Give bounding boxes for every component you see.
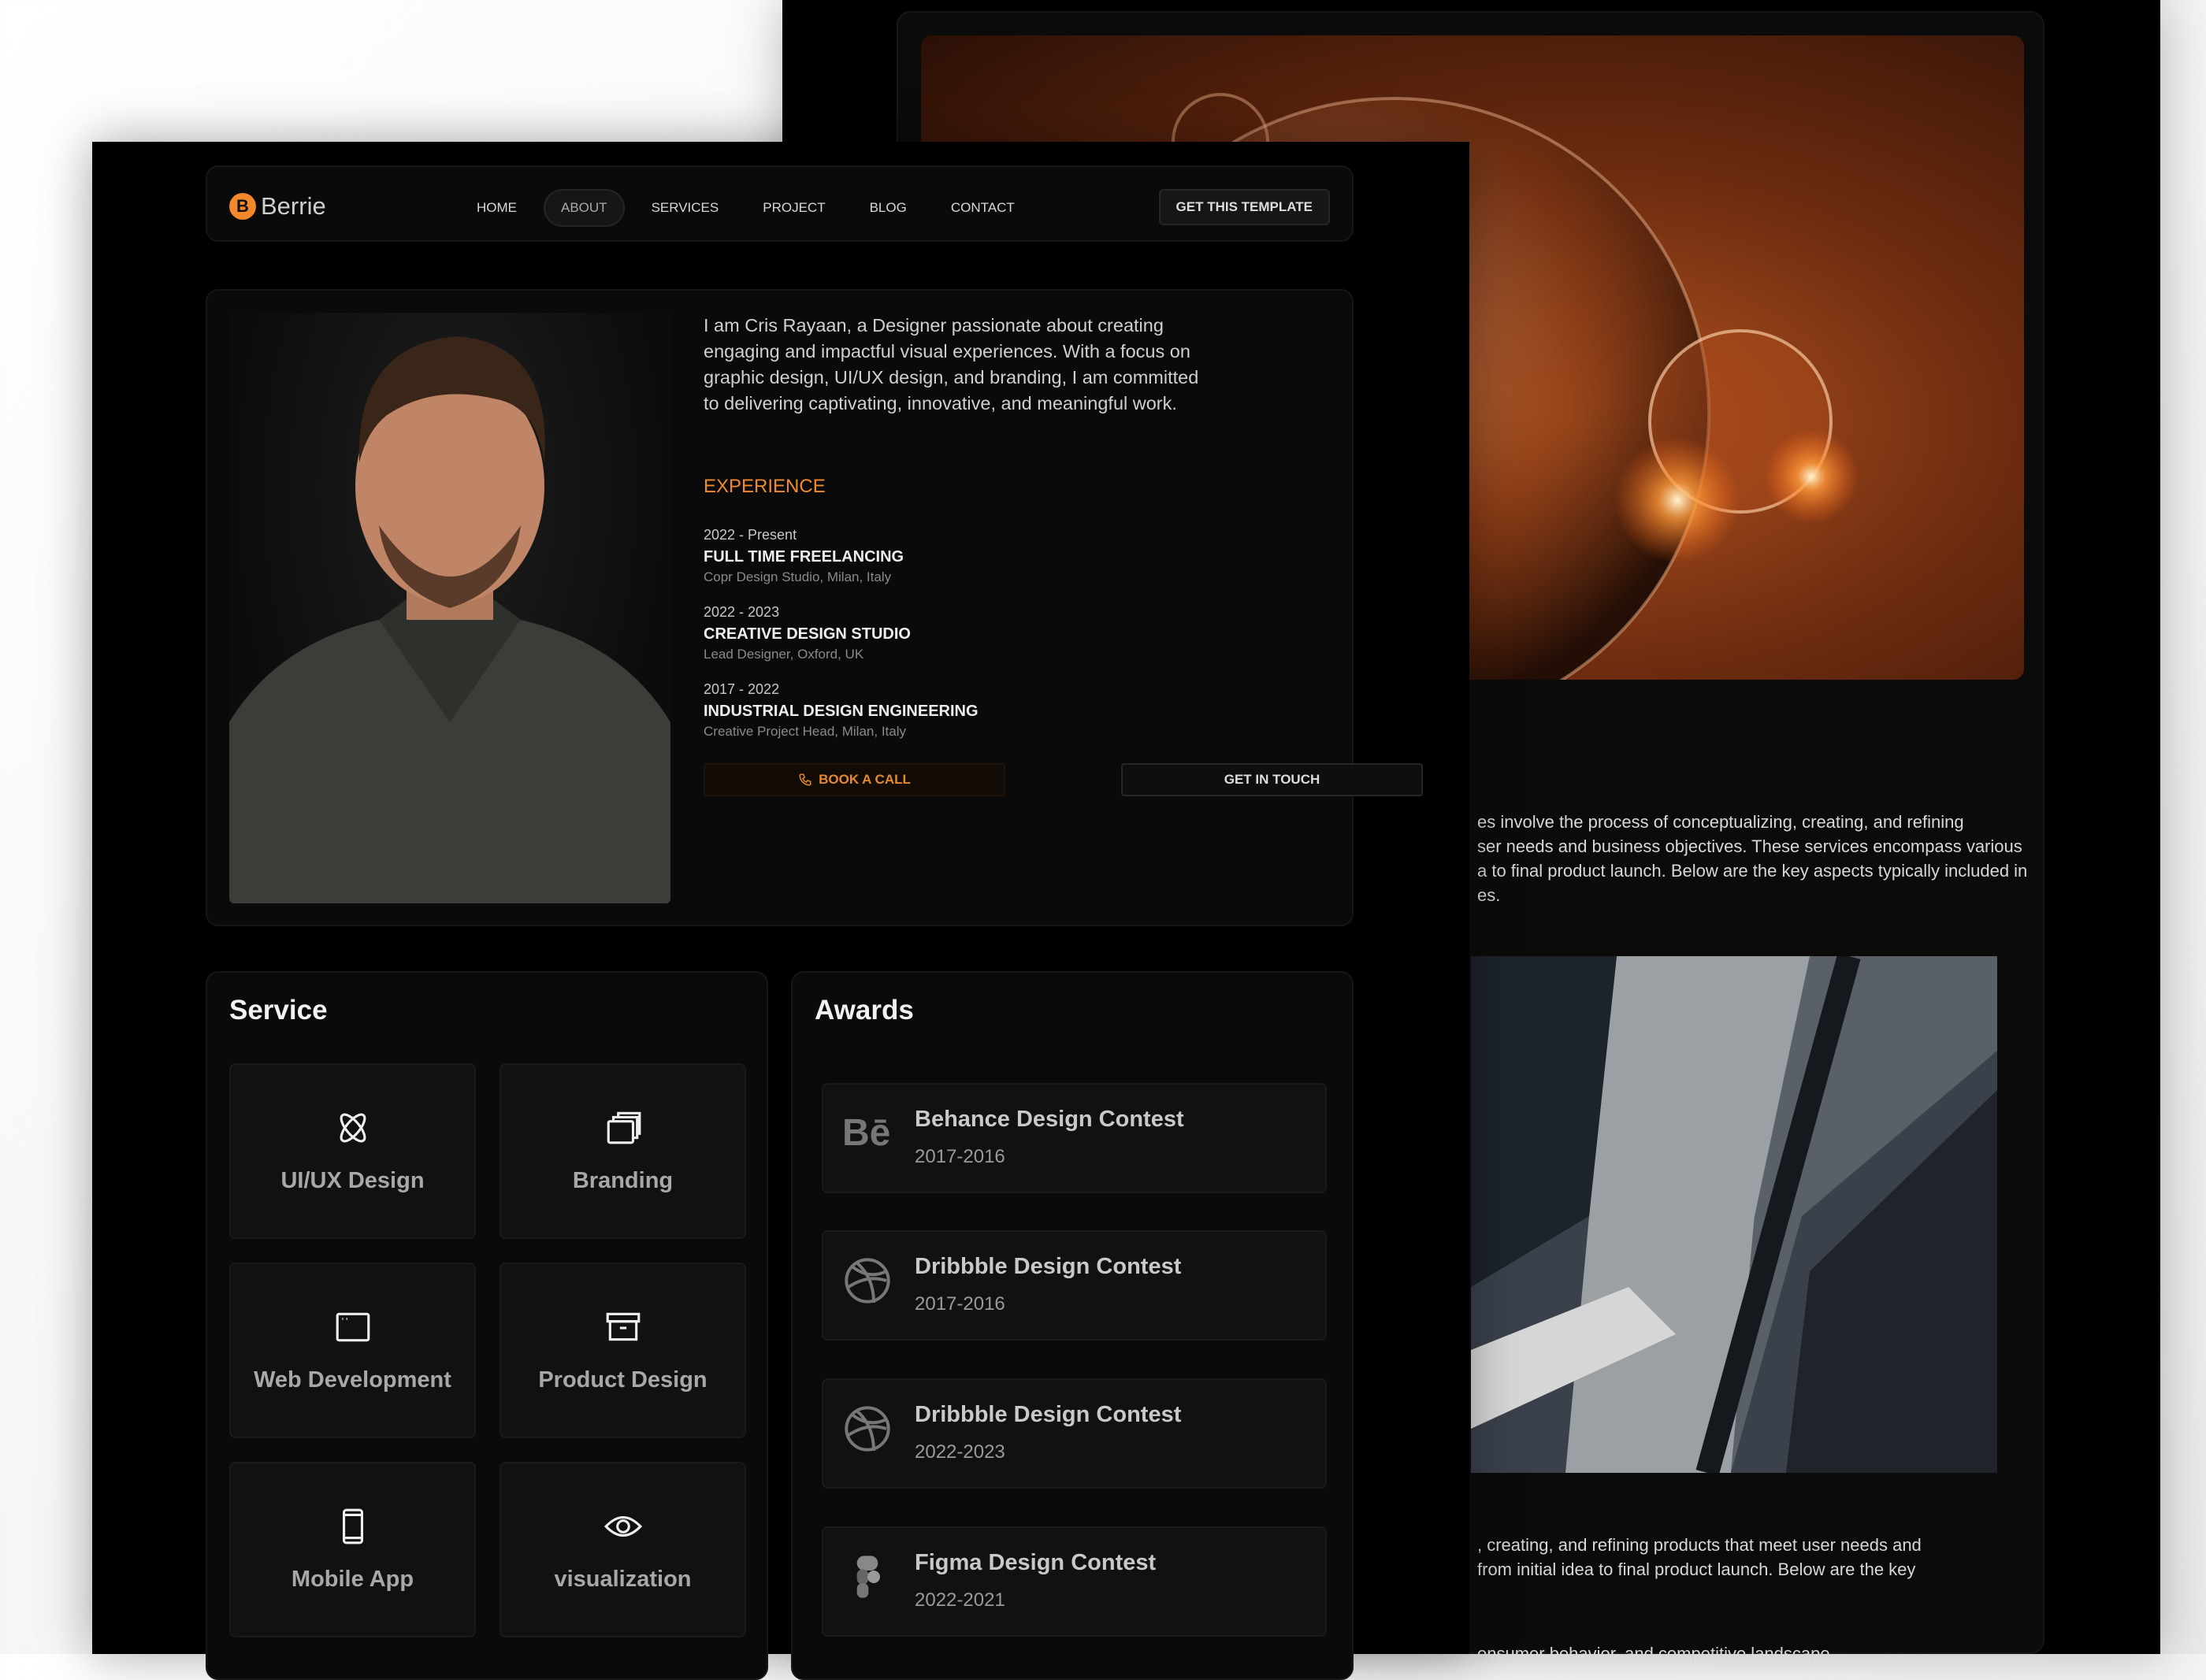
experience-org: Creative Project Head, Milan, Italy: [704, 724, 906, 739]
browser-window-icon: [336, 1312, 370, 1342]
service-label: Web Development: [254, 1367, 451, 1393]
experience-role: INDUSTRIAL DESIGN ENGINEERING: [704, 703, 979, 720]
nav-links: HOME ABOUT SERVICES PROJECT BLOG CONTACT: [459, 189, 1032, 227]
awards-card: Awards Bē Behance Design Contest 2017-20…: [791, 971, 1354, 1680]
award-item[interactable]: Dribbble Design Contest 2017-2016: [822, 1230, 1327, 1341]
dribbble-icon: [845, 1258, 890, 1304]
portfolio-page-window: B Berrie HOME ABOUT SERVICES PROJECT BLO…: [92, 142, 1469, 1680]
experience-item: 2022 - 2023 CREATIVE DESIGN STUDIO Lead …: [704, 604, 911, 662]
services-description: es involve the process of conceptualizin…: [1477, 810, 2027, 907]
atom-icon: [340, 1113, 366, 1143]
award-years: 2022-2021: [915, 1589, 1005, 1611]
book-call-label: BOOK A CALL: [819, 772, 911, 787]
experience-years: 2022 - 2023: [704, 604, 780, 620]
archive-box-icon: [606, 1312, 640, 1341]
navbar: B Berrie HOME ABOUT SERVICES PROJECT BLO…: [206, 165, 1354, 242]
stack-icon: [607, 1111, 641, 1144]
service-label: Product Design: [538, 1367, 707, 1393]
smartphone-icon: [342, 1508, 363, 1545]
experience-org: Copr Design Studio, Milan, Italy: [704, 569, 892, 584]
nav-contact[interactable]: CONTACT: [934, 189, 1032, 227]
award-item[interactable]: Figma Design Contest 2022-2021: [822, 1526, 1327, 1637]
award-item[interactable]: Bē Behance Design Contest 2017-2016: [822, 1083, 1327, 1193]
phone-icon: [799, 773, 811, 786]
service-tile-uiux[interactable]: UI/UX Design: [229, 1063, 476, 1239]
award-years: 2017-2016: [915, 1146, 1005, 1167]
service-label: Mobile App: [291, 1567, 414, 1592]
get-template-button[interactable]: GET THIS TEMPLATE: [1158, 189, 1330, 225]
experience-item: 2017 - 2022 INDUSTRIAL DESIGN ENGINEERIN…: [704, 681, 979, 740]
award-item[interactable]: Dribbble Design Contest 2022-2023: [822, 1378, 1327, 1489]
award-title: Figma Design Contest: [915, 1550, 1157, 1575]
nav-blog[interactable]: BLOG: [852, 189, 924, 227]
experience-heading: EXPERIENCE: [704, 476, 826, 497]
book-call-button[interactable]: BOOK A CALL: [704, 763, 1005, 796]
award-title: Behance Design Contest: [915, 1107, 1184, 1132]
experience-role: CREATIVE DESIGN STUDIO: [704, 625, 911, 643]
service-tile-branding[interactable]: Branding: [500, 1063, 746, 1239]
service-label: Branding: [572, 1168, 674, 1193]
text-line: es.: [1477, 885, 1501, 905]
dribbble-icon: [845, 1406, 890, 1452]
experience-org: Lead Designer, Oxford, UK: [704, 647, 864, 662]
logo-mark-icon: B: [229, 193, 256, 220]
logo-text: Berrie: [261, 192, 326, 220]
award-years: 2017-2016: [915, 1293, 1005, 1315]
nav-project[interactable]: PROJECT: [745, 189, 842, 227]
service-card: Service UI/UX Design Branding Web Develo…: [206, 971, 768, 1680]
figma-icon: [856, 1556, 880, 1598]
logo[interactable]: B Berrie: [229, 192, 326, 221]
get-in-touch-button[interactable]: GET IN TOUCH: [1121, 763, 1423, 796]
award-title: Dribbble Design Contest: [915, 1254, 1182, 1279]
experience-role: FULL TIME FREELANCING: [704, 548, 904, 566]
service-tile-product[interactable]: Product Design: [500, 1263, 746, 1438]
award-title: Dribbble Design Contest: [915, 1402, 1182, 1427]
nav-services[interactable]: SERVICES: [634, 189, 737, 227]
experience-years: 2017 - 2022: [704, 681, 780, 697]
product-description: , creating, and refining products that m…: [1477, 1533, 1922, 1582]
service-label: UI/UX Design: [280, 1168, 425, 1193]
text-line: a to final product launch. Below are the…: [1477, 861, 2028, 881]
service-label: visualization: [554, 1567, 692, 1592]
text-line: , creating, and refining products that m…: [1477, 1535, 1922, 1555]
text-line: es involve the process of conceptualizin…: [1477, 812, 1964, 832]
text-line: from initial idea to final product launc…: [1477, 1559, 1916, 1579]
architecture-image: [1471, 956, 1997, 1473]
profile-photo: [229, 313, 670, 903]
service-tile-visualization[interactable]: visualization: [500, 1462, 746, 1637]
service-tile-mobile[interactable]: Mobile App: [229, 1462, 476, 1637]
service-title: Service: [229, 995, 328, 1025]
awards-title: Awards: [815, 995, 914, 1025]
behance-icon: Bē: [842, 1112, 891, 1154]
eye-icon: [603, 1515, 642, 1537]
award-years: 2022-2023: [915, 1441, 1005, 1463]
nav-about[interactable]: ABOUT: [544, 189, 625, 227]
experience-years: 2022 - Present: [704, 527, 797, 543]
text-line: ser needs and business objectives. These…: [1477, 836, 2022, 856]
about-card: I am Cris Rayaan, a Designer passionate …: [206, 289, 1423, 926]
bio-text: I am Cris Rayaan, a Designer passionate …: [704, 315, 1199, 414]
service-tile-web[interactable]: Web Development: [229, 1263, 476, 1438]
nav-home[interactable]: HOME: [459, 189, 534, 227]
experience-item: 2022 - Present FULL TIME FREELANCING Cop…: [704, 527, 904, 585]
